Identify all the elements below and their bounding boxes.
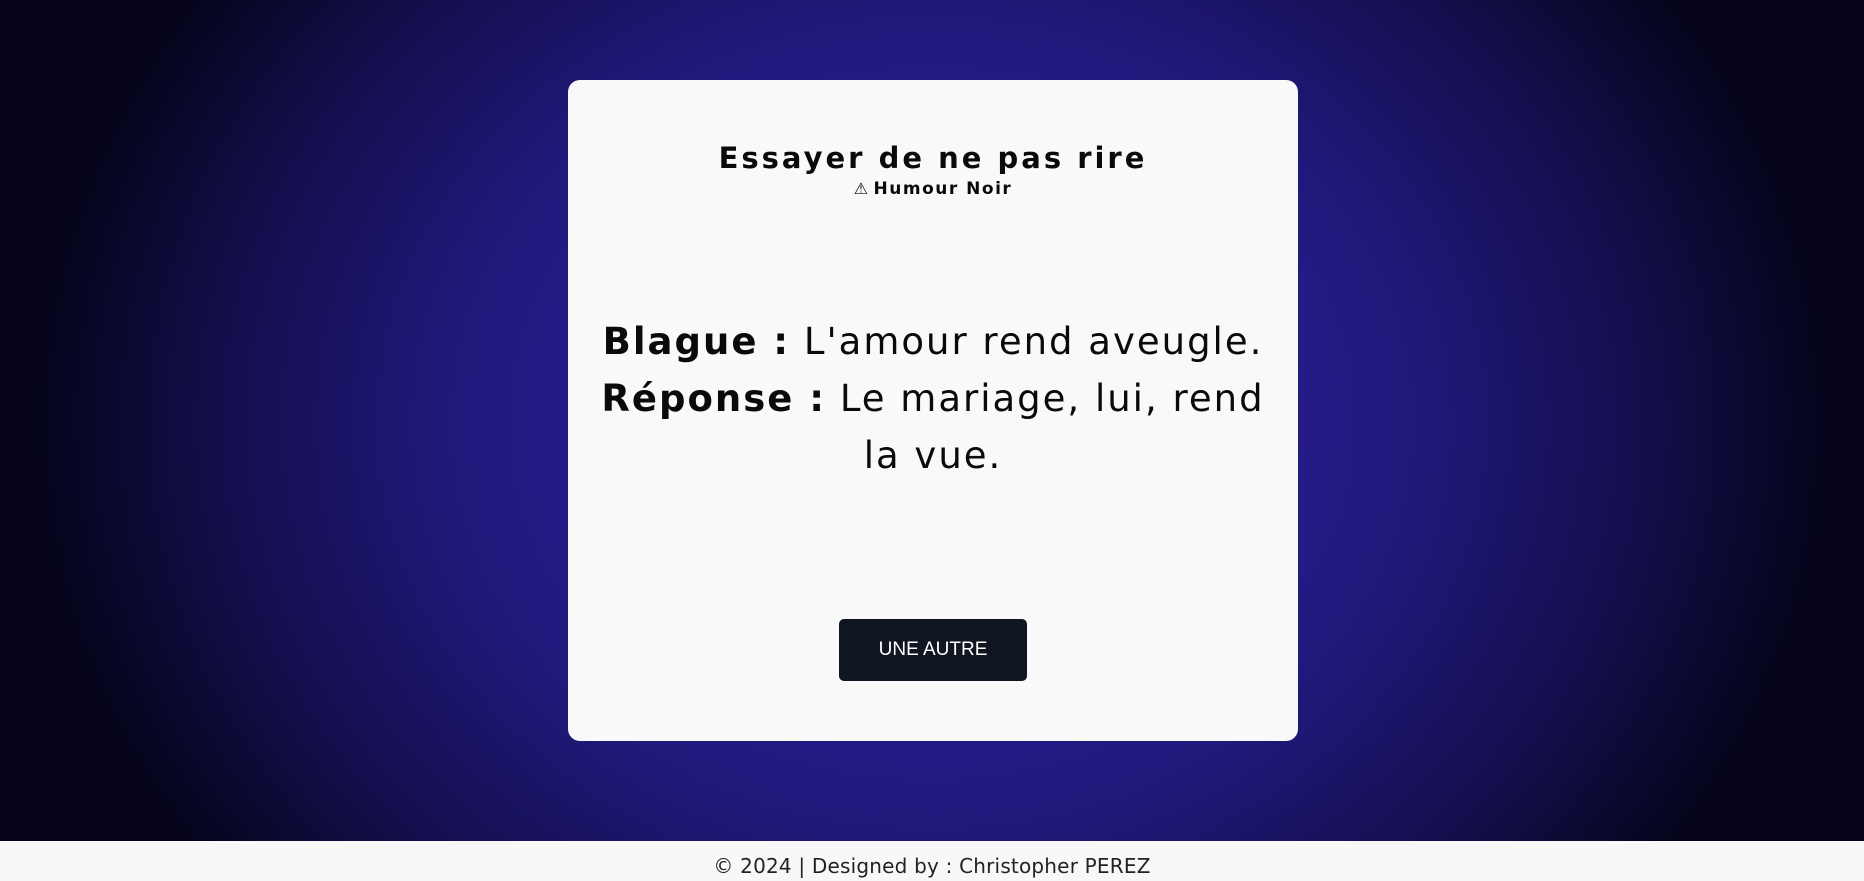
page-title: Essayer de ne pas rire <box>718 141 1148 175</box>
another-joke-button[interactable]: UNE AUTRE <box>839 619 1027 681</box>
footer: © 2024 | Designed by : Christopher PEREZ <box>0 841 1864 881</box>
joke-text: L'amour rend aveugle. <box>803 320 1264 363</box>
category-subtitle: ⚠ Humour Noir <box>568 178 1298 200</box>
joke-card: Essayer de ne pas rire ⚠ Humour Noir Blag… <box>568 80 1298 741</box>
answer-label: Réponse : <box>601 377 827 420</box>
footer-credit: © 2024 | Designed by : Christopher PEREZ <box>713 854 1151 878</box>
category-label: Humour Noir <box>873 179 1013 199</box>
joke-label: Blague : <box>602 320 791 363</box>
page-background: Essayer de ne pas rire ⚠ Humour Noir Blag… <box>0 0 1864 841</box>
joke-line: Blague : L'amour rend aveugle. <box>582 313 1284 370</box>
warning-icon: ⚠ <box>853 179 870 198</box>
answer-text: Le mariage, lui, rend la vue. <box>839 377 1265 477</box>
answer-line: Réponse : Le mariage, lui, rend la vue. <box>582 370 1284 484</box>
joke-content: Blague : L'amour rend aveugle. Réponse :… <box>582 313 1284 484</box>
